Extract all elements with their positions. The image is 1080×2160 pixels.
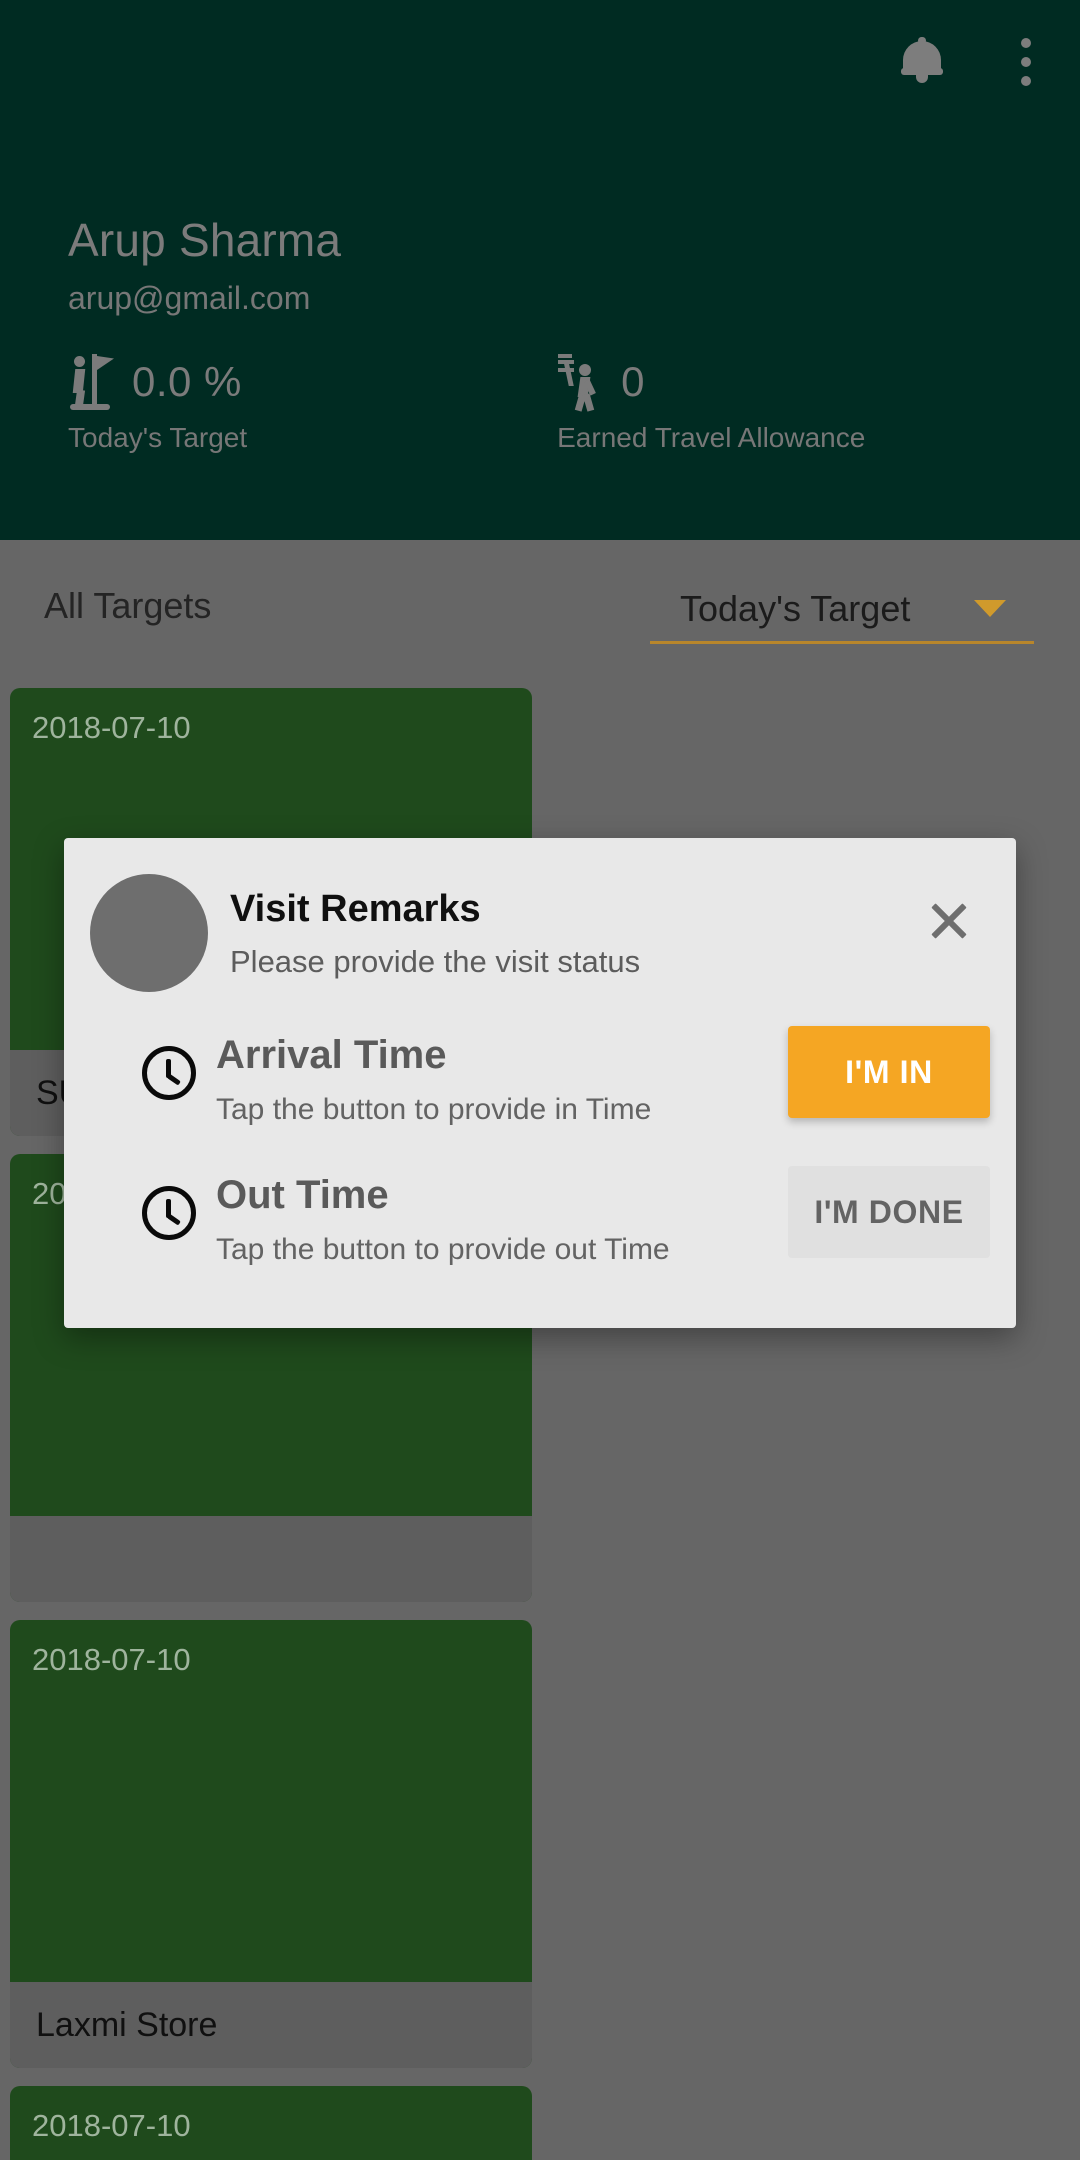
arrival-time-text: Arrival Time Tap the button to provide i…	[216, 1030, 651, 1130]
out-time-action: I'M DONE	[788, 1166, 990, 1258]
out-time-text: Out Time Tap the button to provide out T…	[216, 1170, 670, 1270]
clock-icon	[142, 1186, 196, 1240]
close-button[interactable]	[918, 890, 980, 952]
out-time-subtitle: Tap the button to provide out Time	[216, 1233, 670, 1266]
avatar	[90, 874, 208, 992]
arrival-time-subtitle: Tap the button to provide in Time	[216, 1093, 652, 1126]
dialog-titles: Visit Remarks Please provide the visit s…	[230, 886, 640, 982]
clock-icon	[142, 1046, 196, 1100]
visit-remarks-dialog: Visit Remarks Please provide the visit s…	[64, 838, 1016, 1328]
arrival-time-title: Arrival Time	[216, 1033, 447, 1077]
im-in-button[interactable]: I'M IN	[788, 1026, 990, 1118]
close-icon	[929, 901, 969, 941]
page-title: Visit Remarks	[230, 888, 481, 930]
arrival-time-action: I'M IN	[788, 1026, 990, 1118]
arrival-time-row: Arrival Time Tap the button to provide i…	[64, 1008, 1016, 1148]
out-time-title: Out Time	[216, 1173, 389, 1217]
dialog-subtitle: Please provide the visit status	[230, 944, 641, 979]
im-done-button[interactable]: I'M DONE	[788, 1166, 990, 1258]
dialog-header: Visit Remarks Please provide the visit s…	[64, 838, 1016, 1008]
out-time-row: Out Time Tap the button to provide out T…	[64, 1148, 1016, 1288]
